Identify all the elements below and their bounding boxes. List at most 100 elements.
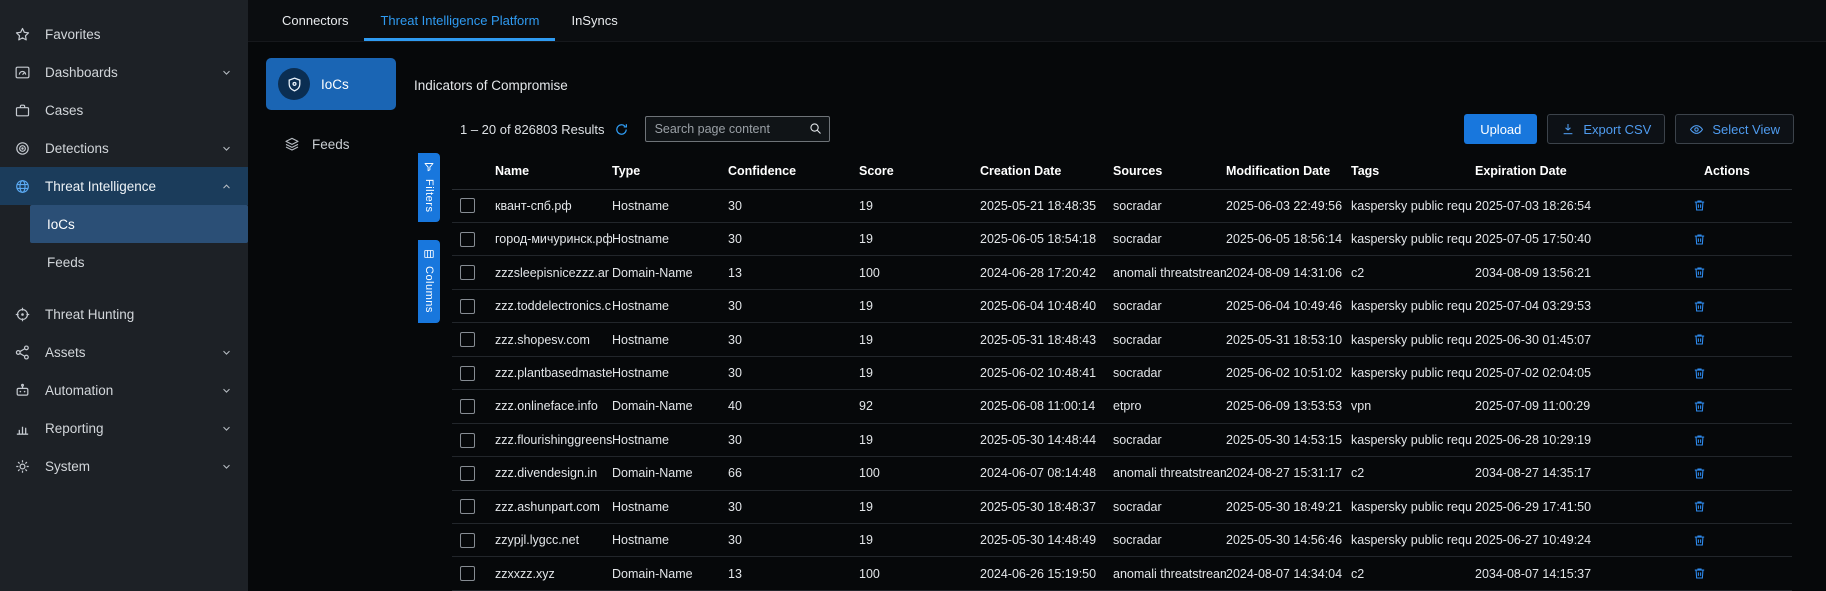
trash-icon[interactable] — [1692, 198, 1707, 213]
trash-icon[interactable] — [1692, 332, 1707, 347]
subnav-iocs-label: IoCs — [321, 77, 349, 92]
table-row[interactable]: город-мичуринск.рф Hostname 30 19 2025-0… — [452, 222, 1792, 255]
cell-sources: anomali threatstream — [1113, 557, 1226, 591]
results-text: 1 – 20 of 826803 Results — [460, 122, 605, 137]
upload-button[interactable]: Upload — [1464, 114, 1537, 144]
col-header-type[interactable]: Type — [612, 153, 728, 189]
cell-modification-date: 2024-08-07 14:34:04 — [1226, 557, 1351, 591]
cell-expiration-date: 2025-07-03 18:26:54 — [1475, 189, 1690, 222]
row-checkbox[interactable] — [460, 232, 475, 247]
table-row[interactable]: zzxxzz.xyz Domain-Name 13 100 2024-06-26… — [452, 557, 1792, 591]
sidebar-item-dashboards[interactable]: Dashboards — [0, 53, 248, 91]
cell-creation-date: 2025-05-31 18:48:43 — [980, 323, 1113, 356]
table-row[interactable]: zzz.onlineface.info Domain-Name 40 92 20… — [452, 390, 1792, 423]
row-checkbox[interactable] — [460, 499, 475, 514]
cell-type: Hostname — [612, 222, 728, 255]
col-header-modification-date[interactable]: Modification Date — [1226, 153, 1351, 189]
sidebar-item-threat-intelligence[interactable]: Threat Intelligence — [0, 167, 248, 205]
sidebar-item-detections[interactable]: Detections — [0, 129, 248, 167]
sidebar-item-label: Reporting — [45, 421, 104, 436]
sidebar-item-reporting[interactable]: Reporting — [0, 409, 248, 447]
row-checkbox[interactable] — [460, 566, 475, 581]
trash-icon[interactable] — [1692, 399, 1707, 414]
trash-icon[interactable] — [1692, 566, 1707, 581]
cell-tags: kaspersky public requ — [1351, 423, 1475, 456]
table-row[interactable]: zzz.plantbasedmaste Hostname 30 19 2025-… — [452, 356, 1792, 389]
trash-icon[interactable] — [1692, 466, 1707, 481]
col-header-confidence[interactable]: Confidence — [728, 153, 859, 189]
cell-creation-date: 2025-06-08 11:00:14 — [980, 390, 1113, 423]
sidebar-item-threat-hunting[interactable]: Threat Hunting — [0, 295, 248, 333]
cell-sources: socradar — [1113, 356, 1226, 389]
trash-icon[interactable] — [1692, 433, 1707, 448]
cell-type: Hostname — [612, 490, 728, 523]
cell-modification-date: 2025-06-02 10:51:02 — [1226, 356, 1351, 389]
row-checkbox[interactable] — [460, 533, 475, 548]
trash-icon[interactable] — [1692, 232, 1707, 247]
filters-tab[interactable]: Filters — [418, 153, 440, 222]
trash-icon[interactable] — [1692, 366, 1707, 381]
row-checkbox[interactable] — [460, 399, 475, 414]
tab-threat-intelligence-platform[interactable]: Threat Intelligence Platform — [364, 0, 555, 41]
row-checkbox[interactable] — [460, 366, 475, 381]
bar-chart-icon — [14, 420, 32, 437]
row-checkbox[interactable] — [460, 299, 475, 314]
cell-name: zzypjl.lygcc.net — [495, 524, 612, 557]
row-checkbox[interactable] — [460, 466, 475, 481]
eye-icon — [1689, 122, 1704, 137]
sidebar-item-favorites[interactable]: Favorites — [0, 15, 248, 53]
table-row[interactable]: квант-спб.рф Hostname 30 19 2025-05-21 1… — [452, 189, 1792, 222]
cell-sources: socradar — [1113, 524, 1226, 557]
table-body: квант-спб.рф Hostname 30 19 2025-05-21 1… — [452, 189, 1792, 591]
sidebar-item-automation[interactable]: Automation — [0, 371, 248, 409]
trash-icon[interactable] — [1692, 533, 1707, 548]
export-csv-button[interactable]: Export CSV — [1547, 114, 1665, 144]
table-row[interactable]: zzz.flourishinggreens Hostname 30 19 202… — [452, 423, 1792, 456]
sidebar-item-label: Cases — [45, 103, 83, 118]
table-row[interactable]: zzz.shopesv.com Hostname 30 19 2025-05-3… — [452, 323, 1792, 356]
tab-connectors[interactable]: Connectors — [266, 0, 364, 41]
search-input[interactable] — [645, 116, 830, 142]
col-header-score[interactable]: Score — [859, 153, 980, 189]
table-row[interactable]: zzypjl.lygcc.net Hostname 30 19 2025-05-… — [452, 524, 1792, 557]
tab-insyncs[interactable]: InSyncs — [555, 0, 633, 41]
trash-icon[interactable] — [1692, 499, 1707, 514]
cell-tags: kaspersky public requ — [1351, 222, 1475, 255]
row-checkbox[interactable] — [460, 433, 475, 448]
col-header-name[interactable]: Name — [495, 153, 612, 189]
table-row[interactable]: zzzsleepisnicezzz.ar Domain-Name 13 100 … — [452, 256, 1792, 289]
subnav-feeds-label: Feeds — [312, 137, 350, 152]
sidebar-item-cases[interactable]: Cases — [0, 91, 248, 129]
sidebar-item-iocs[interactable]: IoCs — [30, 205, 248, 243]
subnav-item-feeds[interactable]: Feeds — [266, 136, 414, 152]
cell-name: zzz.divendesign.in — [495, 457, 612, 490]
row-checkbox[interactable] — [460, 265, 475, 280]
col-header-creation-date[interactable]: Creation Date — [980, 153, 1113, 189]
row-checkbox[interactable] — [460, 198, 475, 213]
sidebar-item-feeds[interactable]: Feeds — [0, 243, 248, 281]
cell-name: zzz.shopesv.com — [495, 323, 612, 356]
trash-icon[interactable] — [1692, 265, 1707, 280]
cell-creation-date: 2024-06-28 17:20:42 — [980, 256, 1113, 289]
trash-icon[interactable] — [1692, 299, 1707, 314]
cell-type: Hostname — [612, 323, 728, 356]
cell-score: 92 — [859, 390, 980, 423]
refresh-icon[interactable] — [614, 122, 629, 137]
iocs-panel: Indicators of Compromise 1 – 20 of 82680… — [414, 42, 1794, 591]
col-header-expiration-date[interactable]: Expiration Date — [1475, 153, 1690, 189]
col-header-tags[interactable]: Tags — [1351, 153, 1475, 189]
subnav-item-iocs[interactable]: IoCs — [266, 58, 396, 110]
select-view-button[interactable]: Select View — [1675, 114, 1794, 144]
cell-type: Hostname — [612, 289, 728, 322]
cell-modification-date: 2025-05-30 14:56:46 — [1226, 524, 1351, 557]
table-row[interactable]: zzz.divendesign.in Domain-Name 66 100 20… — [452, 457, 1792, 490]
sidebar-item-assets[interactable]: Assets — [0, 333, 248, 371]
cell-confidence: 30 — [728, 524, 859, 557]
col-header-sources[interactable]: Sources — [1113, 153, 1226, 189]
row-checkbox[interactable] — [460, 332, 475, 347]
columns-tab[interactable]: Columns — [418, 240, 440, 323]
sidebar-item-system[interactable]: System — [0, 447, 248, 485]
table-row[interactable]: zzz.ashunpart.com Hostname 30 19 2025-05… — [452, 490, 1792, 523]
cell-name: zzxxzz.xyz — [495, 557, 612, 591]
table-row[interactable]: zzz.toddelectronics.c Hostname 30 19 202… — [452, 289, 1792, 322]
